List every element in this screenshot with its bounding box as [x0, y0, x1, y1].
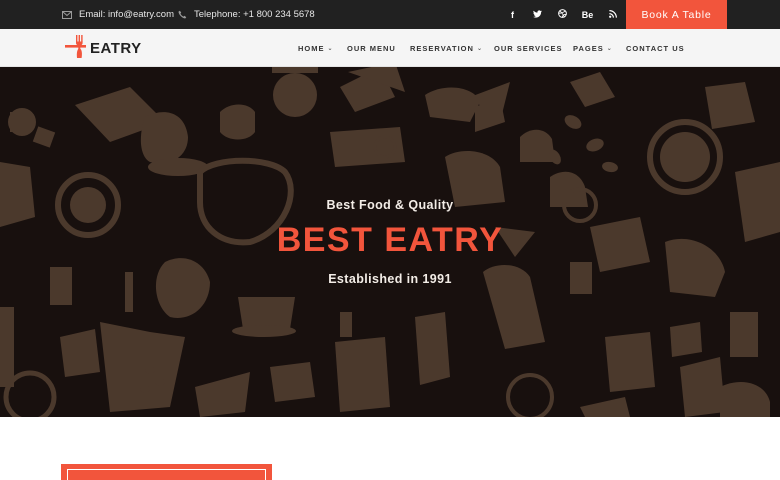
logo[interactable]: EATRY	[65, 33, 142, 63]
nav-home[interactable]: HOME ⌄	[298, 29, 334, 67]
nav-our-menu[interactable]: OUR MENU	[347, 29, 396, 67]
main-header: EATRY HOME ⌄ OUR MENU RESERVATION ⌄ OUR …	[0, 29, 780, 67]
nav-label: HOME	[298, 43, 325, 53]
social-links: f Be	[500, 0, 625, 29]
envelope-icon	[61, 9, 73, 21]
nav-our-services[interactable]: OUR SERVICES	[494, 29, 563, 67]
phone-text: Telephone: +1 800 234 5678	[194, 9, 315, 20]
phone-icon	[176, 9, 188, 21]
facebook-icon: f	[511, 9, 514, 20]
phone-contact[interactable]: Telephone: +1 800 234 5678	[176, 0, 315, 29]
hero-established: Established in 1991	[328, 272, 452, 286]
hero-title: BEST EATRY	[276, 221, 504, 259]
fork-knife-icon	[65, 33, 89, 64]
nav-label: CONTACT US	[626, 43, 685, 53]
behance-icon: Be	[581, 9, 594, 20]
facebook-link[interactable]: f	[500, 0, 525, 29]
behance-link[interactable]: Be	[575, 0, 600, 29]
email-contact[interactable]: Email: info@eatry.com	[61, 0, 174, 29]
dribbble-link[interactable]	[550, 0, 575, 29]
section-card-border	[67, 469, 266, 480]
nav-label: OUR SERVICES	[494, 43, 563, 53]
chevron-down-icon: ⌄	[606, 45, 613, 52]
twitter-link[interactable]	[525, 0, 550, 29]
hero-subtitle: Best Food & Quality	[326, 198, 454, 212]
nav-contact-us[interactable]: CONTACT US	[626, 29, 685, 67]
chevron-down-icon: ⌄	[476, 45, 483, 52]
hero-banner: Best Food & Quality BEST EATRY Establish…	[0, 67, 780, 417]
chevron-down-icon: ⌄	[327, 45, 334, 52]
nav-reservation[interactable]: RESERVATION ⌄	[410, 29, 483, 67]
top-bar: Email: info@eatry.com Telephone: +1 800 …	[0, 0, 780, 29]
book-table-button[interactable]: Book A Table	[626, 0, 727, 29]
twitter-icon	[533, 9, 542, 20]
rss-icon	[608, 9, 617, 20]
nav-pages[interactable]: PAGES ⌄	[573, 29, 613, 67]
rss-link[interactable]	[600, 0, 625, 29]
section-card	[61, 464, 272, 480]
nav-label: OUR MENU	[347, 43, 396, 53]
email-text: Email: info@eatry.com	[79, 9, 174, 20]
nav-label: RESERVATION	[410, 43, 474, 53]
nav-label: PAGES	[573, 43, 604, 53]
dribbble-icon	[558, 9, 567, 20]
logo-text: EATRY	[90, 39, 142, 57]
